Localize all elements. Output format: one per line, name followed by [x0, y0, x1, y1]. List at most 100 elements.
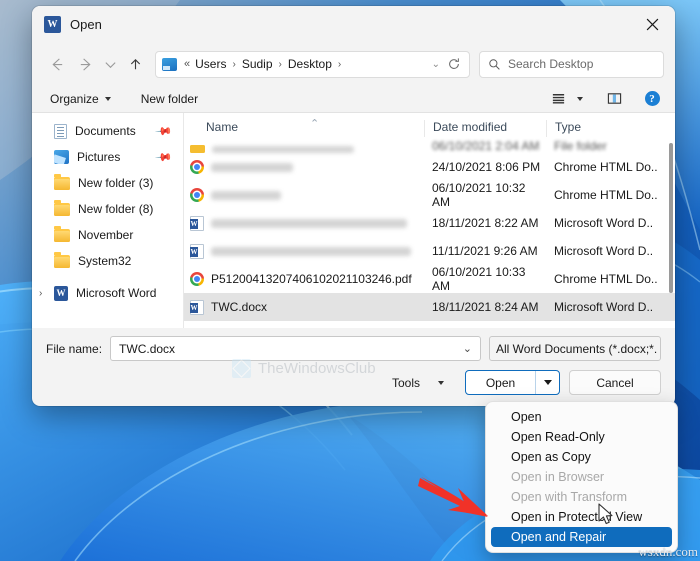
table-row[interactable]: 06/10/2021 10:32 AM Chrome HTML Do..: [184, 181, 675, 209]
breadcrumb-item-desktop[interactable]: Desktop: [288, 57, 332, 71]
sidebar-item-documents[interactable]: Documents 📌: [32, 118, 183, 144]
chevron-down-icon[interactable]: ⌄: [463, 342, 472, 355]
tools-button[interactable]: Tools: [386, 371, 450, 395]
view-dropdown-button[interactable]: [571, 88, 589, 110]
cancel-button[interactable]: Cancel: [569, 370, 661, 395]
back-button[interactable]: [43, 50, 71, 78]
file-name-cell: [184, 188, 424, 202]
open-split-button[interactable]: Open: [465, 370, 560, 395]
filename-row: File name: TWC.docx ⌄ All Word Documents…: [32, 328, 675, 361]
preview-pane-button[interactable]: [601, 88, 627, 110]
chrome-icon: [190, 272, 204, 286]
menu-item-open-in-protected-view[interactable]: Open in Protected View: [491, 507, 672, 527]
chrome-icon: [190, 160, 204, 174]
tools-label: Tools: [391, 375, 420, 390]
chevron-down-icon: [104, 61, 116, 68]
vertical-scrollbar[interactable]: [669, 143, 673, 293]
search-box[interactable]: [479, 50, 664, 78]
help-button[interactable]: ?: [639, 88, 665, 110]
open-dropdown-button[interactable]: [535, 371, 559, 394]
sidebar-item-label: Microsoft Word: [76, 286, 157, 300]
folder-icon: [54, 199, 70, 216]
breadcrumb-separator: ›: [337, 58, 342, 70]
table-row[interactable]: 24/10/2021 8:06 PM Chrome HTML Do..: [184, 153, 675, 181]
corner-watermark: wsxdn.com: [638, 544, 698, 559]
breadcrumb-separator: ›: [278, 58, 282, 70]
new-folder-label: New folder: [140, 91, 199, 106]
chevron-right-icon[interactable]: ›: [39, 288, 42, 299]
column-header-name[interactable]: Name ⌃: [184, 118, 424, 137]
table-row[interactable]: 06/10/2021 2:04 AM File folder: [184, 137, 675, 153]
table-row[interactable]: 18/11/2021 8:22 AM Microsoft Word D..: [184, 209, 675, 237]
redacted-file-name: [212, 145, 354, 153]
breadcrumb-item-sudip[interactable]: Sudip: [242, 57, 273, 71]
close-button[interactable]: [629, 6, 675, 43]
navigation-pane: Documents 📌 Pictures 📌 New folder (3) Ne…: [32, 113, 184, 328]
open-dropdown-menu: Open Open Read-Only Open as Copy Open in…: [485, 401, 678, 553]
column-header-date[interactable]: Date modified: [424, 120, 546, 137]
chevron-down-icon: [438, 380, 444, 385]
file-type-cell: Chrome HTML Do..: [554, 188, 658, 202]
sidebar-item-new-folder-8[interactable]: New folder (8): [32, 196, 183, 222]
menu-item-open[interactable]: Open: [491, 407, 672, 427]
table-row[interactable]: TWC.docx 18/11/2021 8:24 AM Microsoft Wo…: [184, 293, 675, 321]
sidebar-item-pictures[interactable]: Pictures 📌: [32, 144, 183, 170]
refresh-button[interactable]: [447, 57, 463, 71]
redacted-file-name: [211, 190, 281, 200]
file-date-cell: 11/11/2021 9:26 AM: [432, 244, 538, 258]
pin-icon: 📌: [154, 148, 173, 167]
sidebar-item-november[interactable]: November: [32, 222, 183, 248]
file-date-cell: 24/10/2021 8:06 PM: [432, 160, 541, 174]
list-view-icon: [552, 94, 564, 104]
sidebar-item-label: New folder (8): [78, 202, 154, 216]
menu-item-open-read-only[interactable]: Open Read-Only: [491, 427, 672, 447]
breadcrumb-item-users[interactable]: Users: [195, 57, 226, 71]
open-button[interactable]: Open: [466, 371, 535, 394]
breadcrumb-overflow[interactable]: «: [184, 58, 190, 70]
dialog-body: Documents 📌 Pictures 📌 New folder (3) Ne…: [32, 113, 675, 328]
redacted-file-name: [211, 162, 293, 172]
file-type-filter-select[interactable]: All Word Documents (*.docx;*. ⌄: [489, 336, 661, 361]
file-type-cell: Microsoft Word D..: [554, 244, 654, 258]
new-folder-button[interactable]: New folder: [133, 88, 206, 110]
folder-icon: [54, 225, 70, 242]
sort-ascending-icon: ⌃: [310, 118, 320, 130]
file-date-cell: 18/11/2021 8:24 AM: [432, 300, 539, 314]
file-list-header: Name ⌃ Date modified Type: [184, 113, 675, 137]
file-name-cell: [184, 243, 424, 259]
file-name-cell: [184, 215, 424, 231]
table-row[interactable]: 11/11/2021 9:26 AM Microsoft Word D..: [184, 237, 675, 265]
sidebar-item-system32[interactable]: System32: [32, 248, 183, 274]
mouse-cursor: [598, 503, 616, 533]
column-header-name-label: Name: [206, 120, 239, 134]
view-options-button[interactable]: [545, 88, 571, 110]
chevron-down-icon[interactable]: ⌄: [657, 342, 660, 355]
address-bar[interactable]: « Users › Sudip › Desktop › ⌄: [155, 50, 470, 78]
chrome-icon: [190, 188, 204, 202]
forward-arrow-icon: [80, 57, 91, 71]
file-date-cell: 18/11/2021 8:22 AM: [432, 216, 539, 230]
back-arrow-icon: [51, 57, 62, 71]
file-name-cell: [184, 160, 424, 174]
forward-button[interactable]: [71, 50, 99, 78]
table-row[interactable]: P51200413207406102021103246.pdf 06/10/20…: [184, 265, 675, 293]
word-icon: W: [44, 16, 61, 33]
organize-button[interactable]: Organize: [42, 88, 119, 110]
search-input[interactable]: [508, 57, 655, 71]
address-dropdown-icon[interactable]: ⌄: [425, 59, 447, 70]
file-type-cell: Chrome HTML Do..: [554, 160, 658, 174]
column-header-type[interactable]: Type: [546, 120, 666, 137]
file-date-cell: 06/10/2021 10:33 AM: [432, 265, 526, 293]
menu-item-open-as-copy[interactable]: Open as Copy: [491, 447, 672, 467]
folder-location-icon: [162, 57, 177, 71]
sidebar-item-new-folder-3[interactable]: New folder (3): [32, 170, 183, 196]
footer-button-row: Tools Open Cancel: [32, 361, 675, 395]
recent-locations-button[interactable]: [99, 50, 121, 78]
sidebar-item-microsoft-word[interactable]: › W Microsoft Word: [32, 280, 183, 306]
folder-icon: [54, 251, 70, 268]
filename-input[interactable]: TWC.docx ⌄: [110, 336, 481, 361]
up-button[interactable]: [121, 50, 149, 78]
redacted-file-name: [211, 246, 411, 256]
dialog-footer: File name: TWC.docx ⌄ All Word Documents…: [32, 328, 675, 398]
file-name-cell: P51200413207406102021103246.pdf: [184, 272, 424, 286]
